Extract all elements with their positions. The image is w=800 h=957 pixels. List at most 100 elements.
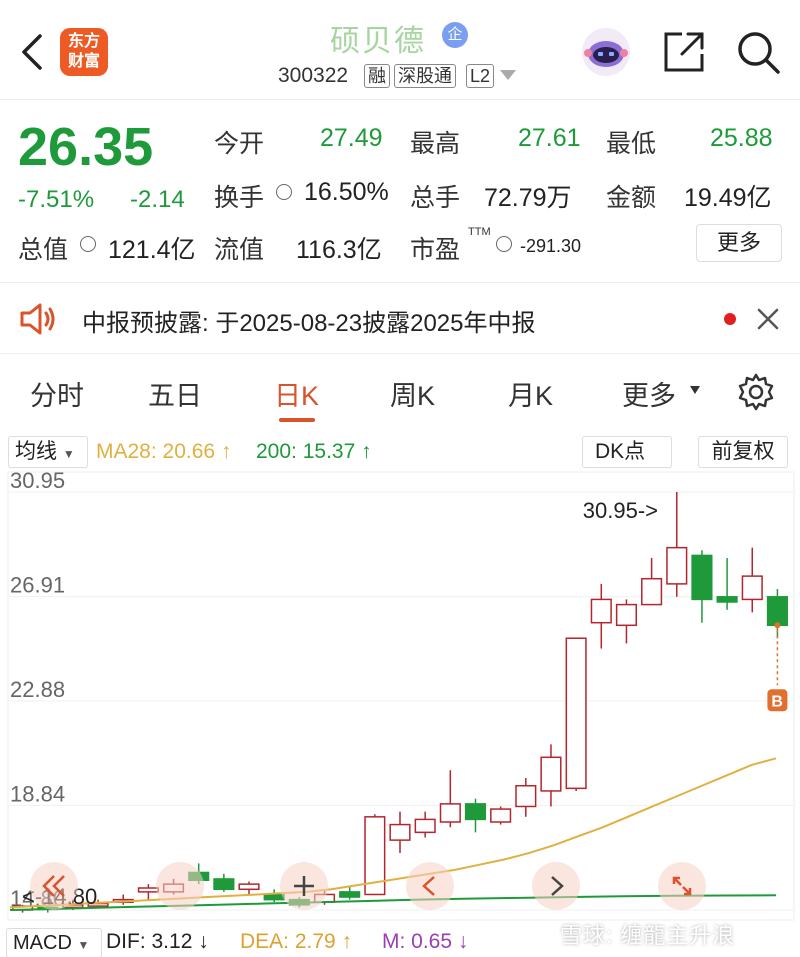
chart-nav-zoom-out[interactable] bbox=[156, 862, 204, 910]
notice-bar[interactable]: 中报预披露: 于2025-08-23披露2025年中报 bbox=[0, 282, 800, 354]
macd-dif: DIF: 3.12 ↓ bbox=[106, 930, 209, 954]
candle-body bbox=[464, 803, 487, 821]
up-arrow-icon: ↑ bbox=[361, 440, 372, 463]
candle-body bbox=[213, 878, 235, 891]
ma28-legend: MA28: 20.66 ↑ bbox=[96, 440, 231, 464]
candle-body bbox=[389, 823, 411, 841]
brand-logo[interactable]: 东方 财富 bbox=[60, 28, 108, 76]
candle-body bbox=[565, 637, 587, 790]
share-icon[interactable] bbox=[660, 28, 708, 76]
chevron-down-icon[interactable] bbox=[500, 70, 516, 80]
macd-dif-text: DIF: 3.12 bbox=[106, 930, 193, 953]
plus-icon bbox=[294, 876, 314, 896]
candle-body bbox=[716, 596, 738, 603]
candle-body bbox=[414, 818, 436, 834]
candle-body bbox=[691, 554, 713, 601]
chevron-right-icon bbox=[551, 876, 564, 896]
candle-body bbox=[766, 596, 788, 627]
tab-five-day[interactable]: 五日 bbox=[148, 374, 202, 413]
pe-ttm-sup: TTM bbox=[468, 226, 491, 238]
candle-body bbox=[666, 546, 688, 585]
close-icon[interactable] bbox=[756, 307, 780, 331]
ma-select[interactable]: 均线 ▼ bbox=[8, 436, 88, 468]
pe-label: 市盈 bbox=[410, 236, 461, 264]
brand-line2: 财富 bbox=[67, 53, 100, 70]
candle-body bbox=[515, 785, 537, 808]
speaker-icon bbox=[20, 303, 55, 335]
volume-value: 72.79万 bbox=[484, 184, 572, 212]
macd-dea: DEA: 2.79 ↑ bbox=[240, 930, 352, 954]
tab-daily-k[interactable]: 日K bbox=[274, 374, 319, 413]
pe-value: -291.30 bbox=[520, 236, 582, 256]
change-amount: -2.14 bbox=[130, 186, 185, 213]
macd-m: M: 0.65 ↓ bbox=[382, 930, 468, 954]
ma200-text: 200: 15.37 bbox=[256, 440, 356, 463]
tab-more[interactable]: 更多 bbox=[622, 374, 676, 413]
amount-label: 金额 bbox=[606, 184, 657, 212]
macd-m-text: M: 0.65 bbox=[382, 930, 453, 953]
back-icon[interactable] bbox=[14, 30, 48, 74]
down-arrow-icon: ↓ bbox=[457, 930, 469, 953]
ma200-legend: 200: 15.37 ↑ bbox=[256, 440, 372, 464]
tab-weekly-k[interactable]: 周K bbox=[390, 374, 435, 413]
candle-body bbox=[490, 808, 512, 823]
more-button[interactable]: 更多 bbox=[696, 224, 782, 262]
kline-chart[interactable]: 30.9526.9122.8818.8414.80 30.95-><-14.80… bbox=[0, 470, 800, 926]
y-axis-labels: 30.9526.9122.8818.8414.80 bbox=[10, 470, 65, 911]
macd-dea-text: DEA: 2.79 bbox=[240, 930, 336, 953]
tab-intraday[interactable]: 分时 bbox=[30, 374, 84, 413]
candles-layer bbox=[12, 492, 788, 913]
y-tick-label: 26.91 bbox=[10, 573, 65, 598]
fast-back-icon bbox=[42, 875, 65, 897]
settings-gear-icon[interactable] bbox=[736, 372, 776, 412]
info-icon[interactable] bbox=[80, 236, 96, 252]
indicator-select[interactable]: MACD ▼ bbox=[6, 928, 102, 957]
last-price: 26.35 bbox=[18, 117, 154, 177]
float-cap-label: 流值 bbox=[214, 236, 265, 264]
y-tick-label: 22.88 bbox=[10, 677, 65, 702]
watermark: 雪球: 缠龍主升浪 bbox=[560, 923, 736, 948]
caret-down-icon bbox=[690, 386, 700, 394]
candle-body bbox=[590, 598, 612, 624]
stock-code: 300322 bbox=[278, 64, 349, 87]
amount-value: 19.49亿 bbox=[684, 184, 772, 212]
dk-point-button[interactable]: DK点 bbox=[582, 436, 672, 468]
open-label: 今开 bbox=[214, 130, 265, 158]
tab-monthly-k[interactable]: 月K bbox=[508, 374, 553, 413]
notice-text: 中报预披露: 于2025-08-23披露2025年中报 bbox=[82, 310, 536, 337]
price-adjust-button[interactable]: 前复权 bbox=[698, 436, 788, 468]
up-arrow-icon: ↑ bbox=[220, 440, 232, 463]
chevron-left-icon bbox=[422, 876, 435, 896]
low-value: 25.88 bbox=[710, 124, 773, 152]
market-cap-value: 121.4亿 bbox=[108, 236, 196, 264]
period-tabs: 分时 五日 日K 周K 月K 更多 bbox=[0, 362, 800, 426]
candle-body bbox=[339, 891, 361, 898]
candle-body bbox=[540, 756, 562, 792]
active-tab-indicator bbox=[279, 418, 315, 422]
stock-name: 硕贝德 bbox=[330, 25, 426, 58]
high-price-marker: 30.95-> bbox=[583, 498, 658, 523]
info-icon[interactable] bbox=[496, 236, 512, 252]
up-arrow-icon: ↑ bbox=[341, 930, 353, 953]
unread-dot bbox=[724, 313, 736, 325]
dk-point-label: DK点 bbox=[595, 440, 646, 463]
search-icon[interactable] bbox=[734, 28, 782, 76]
y-tick-label: 30.95 bbox=[10, 470, 65, 493]
candle-body bbox=[238, 883, 260, 891]
turnover-label: 换手 bbox=[214, 184, 265, 212]
down-arrow-icon: ↓ bbox=[198, 930, 209, 953]
assistant-robot-icon[interactable] bbox=[578, 26, 634, 78]
volume-label: 总手 bbox=[410, 184, 461, 212]
high-label: 最高 bbox=[410, 130, 461, 158]
tag-level2: L2 bbox=[466, 64, 495, 88]
info-icon[interactable] bbox=[276, 184, 292, 200]
candle-body bbox=[439, 803, 461, 823]
tag-margin: 融 bbox=[364, 64, 390, 88]
candle-body bbox=[641, 577, 663, 606]
candle-body bbox=[741, 575, 763, 601]
candle-body bbox=[615, 603, 638, 627]
turnover-value: 16.50% bbox=[304, 178, 389, 206]
ma-select-label: 均线 bbox=[15, 440, 57, 463]
open-value: 27.49 bbox=[320, 124, 383, 152]
high-value: 27.61 bbox=[518, 124, 581, 152]
